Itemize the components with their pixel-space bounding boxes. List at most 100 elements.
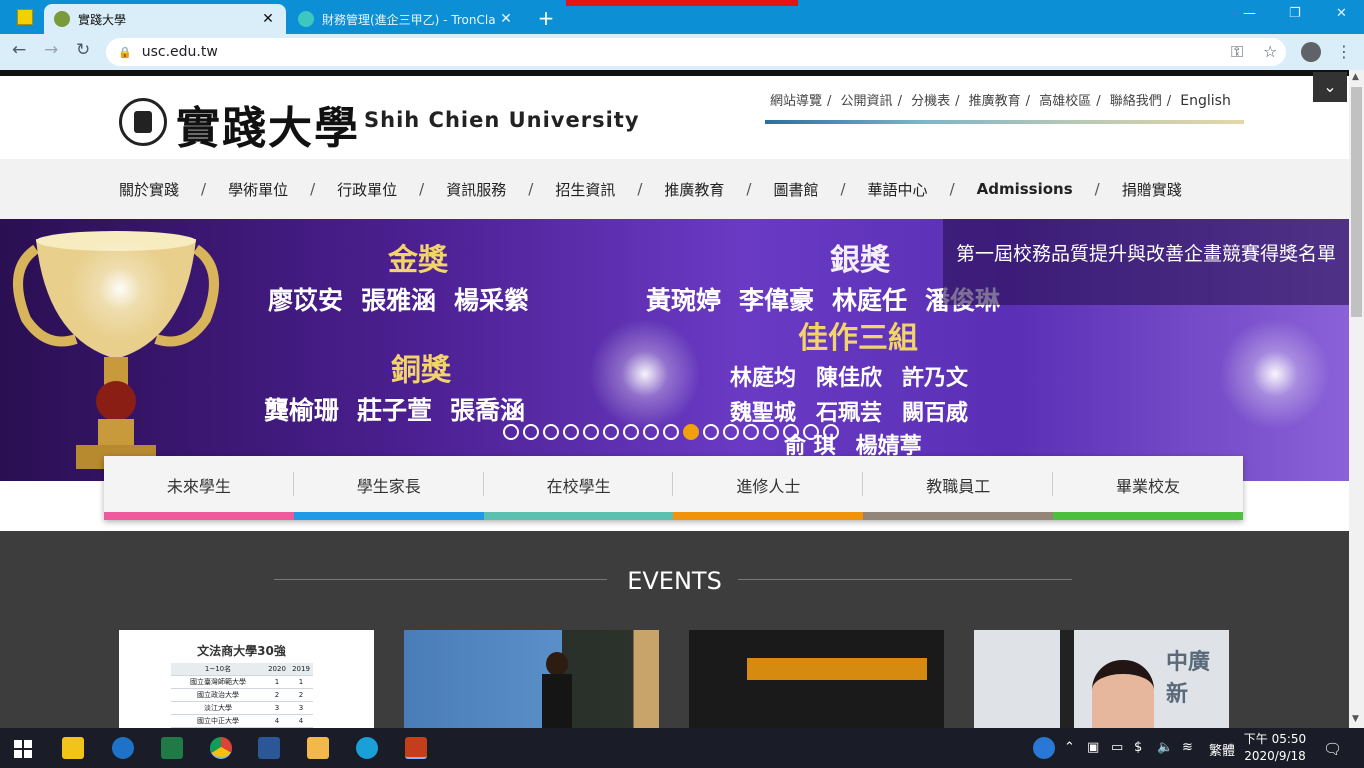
nav-it-services[interactable]: 資訊服務 — [446, 179, 506, 200]
close-tab-icon[interactable]: ✕ — [498, 11, 514, 27]
forward-icon[interactable]: → — [44, 40, 58, 60]
audience-link[interactable]: 未來學生 — [104, 456, 294, 520]
event-card-broadcast[interactable]: 中廣新 — [974, 630, 1229, 728]
winner-name: 李偉豪 — [739, 286, 815, 315]
carousel-dot[interactable] — [783, 424, 799, 440]
system-clock[interactable]: 下午 05:50 2020/9/18 — [1240, 731, 1310, 765]
new-tab-button[interactable]: + — [536, 6, 556, 30]
edge-icon[interactable] — [356, 737, 378, 759]
key-icon[interactable]: ⚿ — [1231, 42, 1243, 62]
sticky-notes-icon[interactable] — [17, 9, 33, 25]
link-kaohsiung-campus[interactable]: 高雄校區 — [1039, 94, 1091, 109]
logo-chinese-name[interactable]: 實踐大學 — [176, 92, 360, 156]
carousel-dot[interactable] — [563, 424, 579, 440]
carousel-dot[interactable] — [803, 424, 819, 440]
collapse-header-chevron-icon[interactable]: ⌄ — [1313, 72, 1347, 102]
help-icon[interactable] — [1033, 737, 1055, 759]
tab-usc[interactable]: 實踐大學 ✕ — [44, 4, 286, 34]
volume-icon[interactable]: 🔈 — [1157, 740, 1173, 755]
carousel-dot[interactable] — [763, 424, 779, 440]
show-hidden-icons-icon[interactable]: ⌃ — [1064, 740, 1075, 755]
carousel-dot[interactable] — [503, 424, 519, 440]
audience-link[interactable]: 學生家長 — [293, 456, 484, 520]
network-drive-icon[interactable]: ▣ — [1087, 740, 1099, 755]
carousel-dot[interactable] — [543, 424, 559, 440]
reload-icon[interactable]: ↻ — [76, 40, 90, 60]
powerpoint-icon[interactable] — [405, 737, 427, 759]
carousel-dot[interactable] — [603, 424, 619, 440]
input-method-indicator[interactable]: 繁體 — [1209, 740, 1235, 759]
back-icon[interactable]: ← — [12, 40, 26, 60]
link-extensions[interactable]: 分機表 — [911, 94, 950, 109]
nav-administration[interactable]: 行政單位 — [337, 179, 397, 200]
link-english[interactable]: English — [1180, 93, 1231, 109]
audience-link[interactable]: 進修人士 — [673, 456, 864, 520]
word-icon[interactable] — [258, 737, 280, 759]
audience-link[interactable]: 教職員工 — [863, 456, 1054, 520]
internet-explorer-icon[interactable] — [112, 737, 134, 759]
windows-taskbar: ⌃ ▣ ▭ $ 🔈 ≋ 繁體 下午 05:50 2020/9/18 🗨 — [0, 728, 1364, 768]
hero-banner[interactable]: 金獎 廖苡安張雅涵楊采縈 銀獎 黃琬婷李偉豪林庭任潘俊琳 佳作三組 林庭均陳佳欣… — [0, 219, 1349, 481]
screen: 實踐大學 ✕ 財務管理(進企三甲乙) - TronCla ✕ + — ❐ ✕ ←… — [0, 0, 1364, 768]
link-contact[interactable]: 聯絡我們 — [1110, 94, 1162, 109]
nav-about[interactable]: 關於實踐 — [119, 179, 179, 200]
menu-icon[interactable]: ⋮ — [1336, 42, 1352, 61]
carousel-dot[interactable] — [583, 424, 599, 440]
carousel-dot[interactable] — [523, 424, 539, 440]
nav-donate[interactable]: 捐贈實踐 — [1122, 179, 1182, 200]
carousel-dot[interactable] — [623, 424, 639, 440]
restore-icon[interactable]: ❐ — [1289, 6, 1301, 21]
nav-admissions-info[interactable]: 招生資訊 — [555, 179, 615, 200]
carousel-dot[interactable] — [723, 424, 739, 440]
nav-academics[interactable]: 學術單位 — [228, 179, 288, 200]
scroll-down-icon[interactable]: ▼ — [1352, 714, 1359, 724]
event-card-lecture[interactable] — [404, 630, 659, 728]
url-text: usc.edu.tw — [141, 44, 218, 60]
battery-icon[interactable]: ▭ — [1111, 740, 1123, 755]
notifications-icon[interactable]: 🗨 — [1323, 740, 1342, 758]
profile-avatar-icon[interactable] — [1301, 42, 1321, 62]
link-public-info[interactable]: 公開資訊 — [841, 94, 893, 109]
carousel-dot[interactable] — [643, 424, 659, 440]
nav-admissions-en[interactable]: Admissions — [977, 180, 1073, 198]
carousel-dot[interactable] — [743, 424, 759, 440]
bookmark-star-icon[interactable]: ☆ — [1263, 42, 1277, 61]
link-extension-education[interactable]: 推廣教育 — [969, 94, 1021, 109]
carousel-dot[interactable] — [703, 424, 719, 440]
currency-icon[interactable]: $ — [1134, 740, 1142, 755]
university-seal-icon[interactable] — [119, 98, 167, 146]
close-window-icon[interactable]: ✕ — [1336, 6, 1347, 21]
store-icon[interactable] — [62, 737, 84, 759]
link-sitemap[interactable]: 網站導覽 — [770, 94, 822, 109]
audience-color-bar — [1053, 512, 1243, 520]
main-navigation: 關於實踐 / 學術單位 / 行政單位 / 資訊服務 / 招生資訊 / 推廣教育 / 圖書館 /… — [0, 159, 1349, 219]
carousel-dot[interactable] — [683, 424, 699, 440]
nav-chinese-center[interactable]: 華語中心 — [868, 179, 928, 200]
minimize-icon[interactable]: — — [1243, 6, 1256, 21]
nav-library[interactable]: 圖書館 — [773, 179, 818, 200]
nav-extension-education[interactable]: 推廣教育 — [664, 179, 724, 200]
tab-troncla[interactable]: 財務管理(進企三甲乙) - TronCla ✕ — [288, 4, 524, 34]
scrollbar-thumb[interactable] — [1351, 87, 1362, 317]
banner-caption[interactable]: 第一屆校務品質提升與改善企畫競賽得獎名單 — [943, 219, 1349, 305]
close-tab-icon[interactable]: ✕ — [260, 11, 276, 27]
tab-title: 財務管理(進企三甲乙) - TronCla — [322, 12, 496, 27]
wifi-icon[interactable]: ≋ — [1182, 740, 1193, 755]
logo-english-name[interactable]: Shih Chien University — [364, 108, 640, 132]
file-explorer-icon[interactable] — [307, 737, 329, 759]
audience-link[interactable]: 在校學生 — [483, 456, 674, 520]
chrome-icon[interactable] — [210, 737, 232, 759]
lecturer-image — [542, 674, 572, 728]
carousel-dot[interactable] — [823, 424, 839, 440]
carousel-dot[interactable] — [663, 424, 679, 440]
windows-start-icon[interactable] — [14, 740, 32, 758]
event-card-ranking[interactable]: 文法商大學30強 1~10名 2020 2019 國立臺灣師範大學 1 1 國立政治大學 2 2… — [119, 630, 374, 728]
scroll-up-icon[interactable]: ▲ — [1352, 72, 1359, 82]
excel-icon[interactable] — [161, 737, 183, 759]
event-card-ceremony[interactable] — [689, 630, 944, 728]
audience-color-bar — [863, 512, 1054, 520]
merit-names-row1: 林庭均 陳佳欣 許乃文 — [730, 360, 988, 392]
address-bar[interactable]: 🔒 usc.edu.tw — [106, 38, 1286, 66]
recording-indicator — [566, 0, 798, 6]
audience-link[interactable]: 畢業校友 — [1053, 456, 1243, 520]
